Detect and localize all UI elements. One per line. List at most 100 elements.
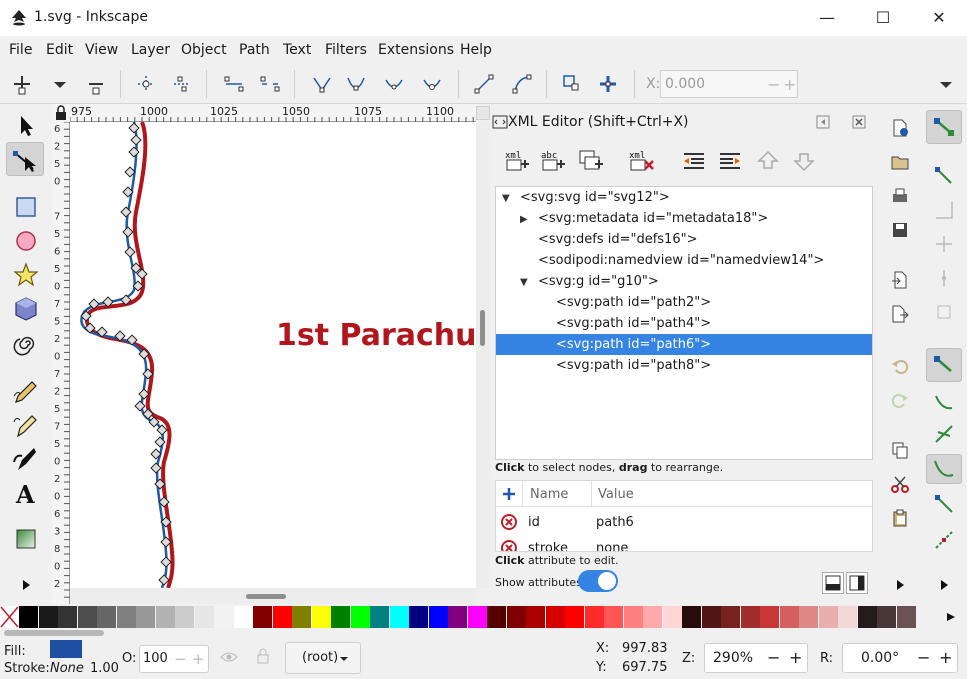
segment-to-curve-icon[interactable] xyxy=(510,72,534,96)
spiral-tool[interactable] xyxy=(6,326,44,360)
join-nodes-icon[interactable] xyxy=(134,72,158,96)
snap-bbox-edge-icon[interactable] xyxy=(932,198,956,222)
rotation-field[interactable]: 0.00° − + xyxy=(842,643,958,673)
horizontal-ruler[interactable]: 975 1000 1025 1050 1075 1100 xyxy=(69,104,476,122)
color-swatch[interactable] xyxy=(604,606,623,628)
snap-bbox-corner-icon[interactable] xyxy=(932,232,956,256)
layout-horizontal-button[interactable] xyxy=(822,572,844,594)
dock-arrow-icon[interactable] xyxy=(816,115,830,129)
color-swatch[interactable] xyxy=(77,606,97,628)
opacity-field[interactable]: 100 − + xyxy=(139,645,209,673)
color-swatch[interactable] xyxy=(643,606,662,628)
color-swatch[interactable] xyxy=(58,606,77,628)
snap-more-icon[interactable] xyxy=(938,578,950,592)
gradient-tool[interactable] xyxy=(6,522,44,556)
layer-dropdown[interactable]: (root) xyxy=(285,642,361,674)
save-icon[interactable] xyxy=(890,220,910,240)
add-attribute-icon[interactable] xyxy=(502,487,516,501)
color-swatch[interactable] xyxy=(818,606,838,628)
commands-more-icon[interactable] xyxy=(894,578,906,592)
delete-node-icon[interactable] xyxy=(84,72,108,96)
xml-node-defs[interactable]: <svg:defs id="defs16"> xyxy=(536,229,699,250)
attribute-row-stroke[interactable]: stroke none xyxy=(496,535,872,551)
opacity-decrement-button[interactable]: − xyxy=(174,650,187,668)
pencil-tool[interactable] xyxy=(6,374,44,408)
canvas-corner-button[interactable] xyxy=(476,106,490,120)
color-swatch[interactable] xyxy=(467,606,487,628)
eye-visibility-icon[interactable] xyxy=(220,650,238,664)
delete-segment-icon[interactable] xyxy=(258,72,282,96)
snap-midpoints-icon[interactable] xyxy=(932,492,956,516)
color-swatch[interactable] xyxy=(721,606,740,628)
indent-node-icon[interactable] xyxy=(717,148,743,174)
color-swatch[interactable] xyxy=(838,606,857,628)
selector-tool[interactable] xyxy=(6,108,44,142)
canvas-text-1st-parachute[interactable]: 1st Parachute xyxy=(276,318,476,353)
color-swatch[interactable] xyxy=(116,606,136,628)
path-drawing[interactable] xyxy=(70,122,476,588)
drawing-canvas[interactable]: 1st Parachute xyxy=(70,122,476,588)
close-window-button[interactable]: ✕ xyxy=(912,0,966,36)
xml-node-metadata[interactable]: <svg:metadata id="metadata18"> xyxy=(536,208,770,229)
xml-node-namedview[interactable]: <sodipodi:namedview id="namedview14"> xyxy=(536,250,826,271)
snap-intersection-icon[interactable] xyxy=(932,422,956,446)
import-icon[interactable] xyxy=(890,270,910,290)
color-swatch[interactable] xyxy=(97,606,116,628)
color-swatch[interactable] xyxy=(448,606,467,628)
menu-object[interactable]: Object xyxy=(181,42,227,58)
rotation-decrement-button[interactable]: − xyxy=(917,648,930,667)
vertical-scroll-thumb[interactable] xyxy=(480,310,485,346)
path-node-handle[interactable] xyxy=(122,226,134,238)
paste-clipboard-icon[interactable] xyxy=(890,508,910,528)
delete-attribute-icon[interactable] xyxy=(501,514,517,530)
menu-view[interactable]: View xyxy=(85,42,118,58)
smooth-node-icon[interactable] xyxy=(344,72,368,96)
duplicate-node-icon[interactable] xyxy=(577,148,605,174)
toolbox-more-icon[interactable] xyxy=(20,578,32,592)
horizontal-scrollbar[interactable] xyxy=(70,588,476,604)
color-swatch[interactable] xyxy=(682,606,701,628)
new-document-icon[interactable] xyxy=(890,118,910,138)
lock-layer-icon[interactable] xyxy=(256,648,270,664)
color-swatch[interactable] xyxy=(740,606,760,628)
stroke-width[interactable]: 1.00 xyxy=(90,661,119,676)
redo-icon[interactable] xyxy=(890,390,910,410)
color-swatch[interactable] xyxy=(799,606,818,628)
color-swatch[interactable] xyxy=(389,606,409,628)
palette-menu-icon[interactable] xyxy=(944,610,958,624)
rotation-increment-button[interactable]: + xyxy=(939,648,952,667)
color-swatch[interactable] xyxy=(896,606,916,628)
snap-smooth-nodes-toggle-button[interactable] xyxy=(926,454,962,484)
segment-to-line-icon[interactable] xyxy=(472,72,496,96)
lock-guides-button[interactable] xyxy=(52,104,70,122)
undo-icon[interactable] xyxy=(890,356,910,376)
color-swatch[interactable] xyxy=(38,606,58,628)
text-tool[interactable]: A xyxy=(6,476,44,510)
show-attributes-toggle[interactable] xyxy=(578,570,618,592)
menu-path[interactable]: Path xyxy=(239,42,270,58)
color-swatch[interactable] xyxy=(623,606,643,628)
color-swatch[interactable] xyxy=(506,606,526,628)
path-node-handle[interactable] xyxy=(142,408,154,420)
color-swatch[interactable] xyxy=(214,606,233,628)
xml-node-svg-root[interactable]: <svg:svg id="svg12"> xyxy=(518,187,672,208)
toolbar-overflow-icon[interactable] xyxy=(934,72,958,96)
attribute-value[interactable]: path6 xyxy=(596,515,634,530)
3d-box-tool[interactable] xyxy=(6,292,44,326)
zoom-out-button[interactable]: − xyxy=(767,648,780,667)
snap-path-icon[interactable] xyxy=(932,390,956,414)
menu-text[interactable]: Text xyxy=(283,42,311,58)
auto-smooth-node-icon[interactable] xyxy=(420,72,444,96)
expander-expanded-icon[interactable]: ▼ xyxy=(520,277,528,288)
open-folder-icon[interactable] xyxy=(890,152,910,172)
zoom-in-button[interactable]: + xyxy=(789,648,802,667)
path-node-handle[interactable] xyxy=(130,134,142,146)
color-swatch[interactable] xyxy=(487,606,506,628)
pen-tool[interactable] xyxy=(6,408,44,442)
snap-bbox-midpoint-icon[interactable] xyxy=(932,266,956,290)
expander-collapsed-icon[interactable]: ▶ xyxy=(520,214,528,225)
color-swatch[interactable] xyxy=(194,606,214,628)
color-swatch[interactable] xyxy=(331,606,350,628)
break-path-icon[interactable] xyxy=(170,72,194,96)
x-increment-button[interactable]: + xyxy=(783,75,796,94)
